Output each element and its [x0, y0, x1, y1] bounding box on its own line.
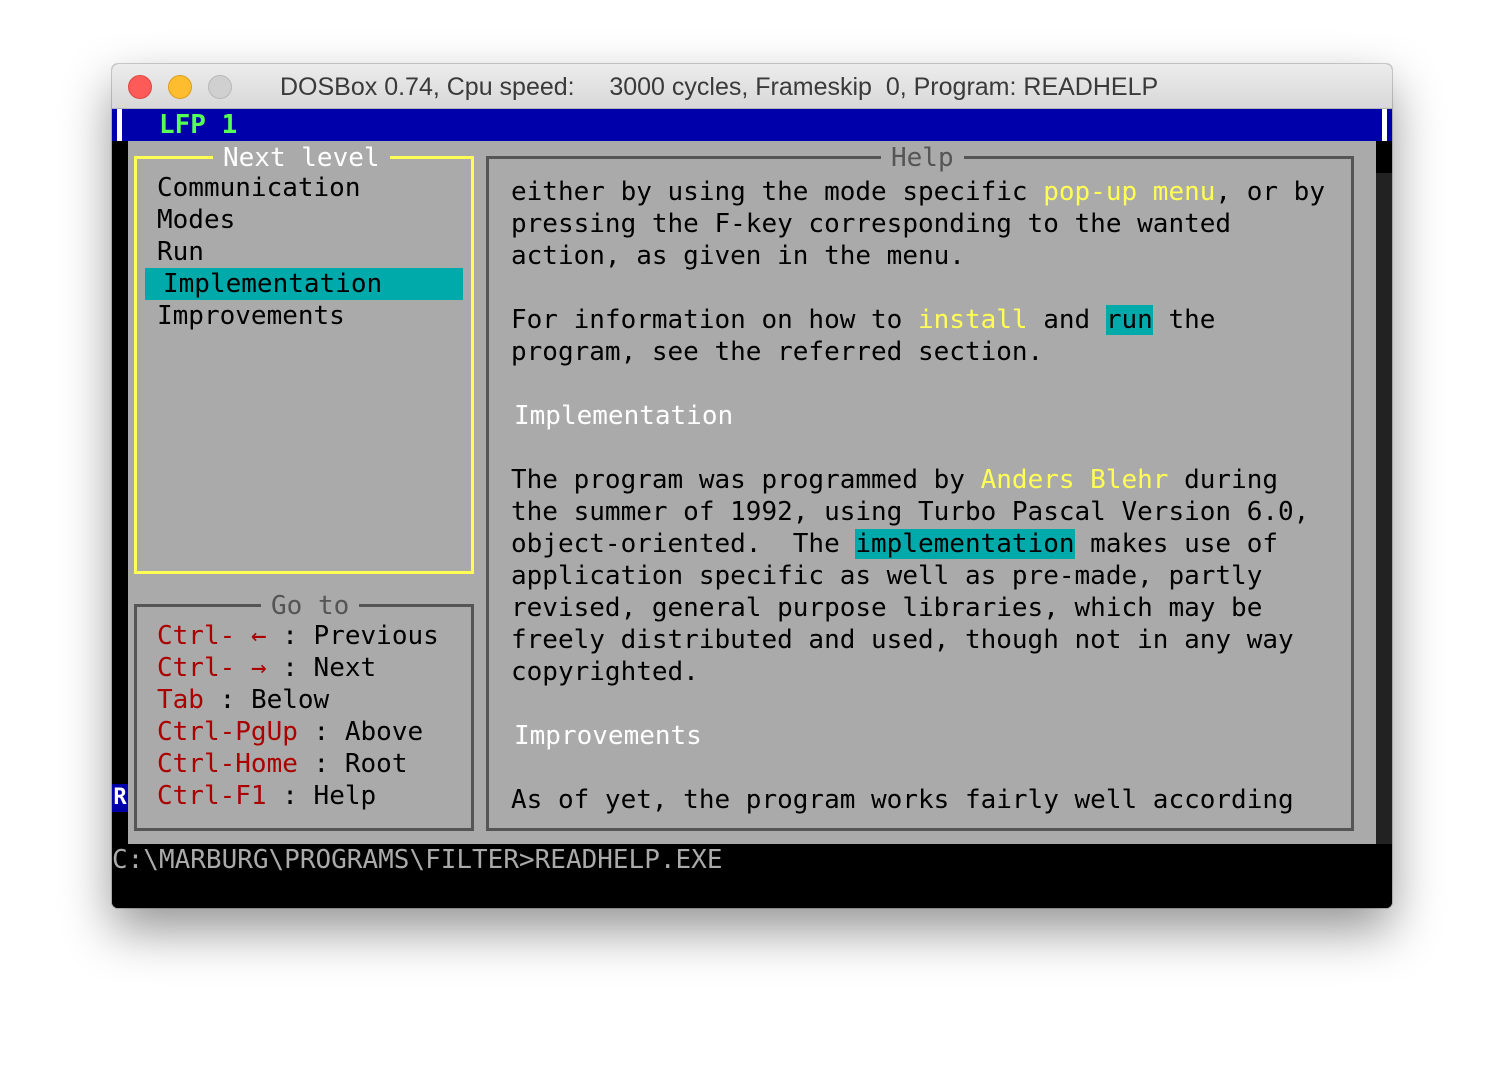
- edge-glyph: R: [112, 784, 128, 812]
- shortcut-separator: :: [266, 653, 314, 683]
- help-text-segment: either by using the mode specific: [511, 177, 1044, 207]
- shortcut-action: Root: [344, 749, 408, 779]
- help-text-segment: , or by: [1215, 177, 1325, 207]
- help-text-segment: the: [1152, 305, 1216, 335]
- shortcut-action: Next: [313, 653, 377, 683]
- next-level-panel: Next level Communication Modes Run Implemen…: [134, 143, 474, 574]
- shortcut-row[interactable]: Ctrl-Home : Root: [157, 748, 407, 780]
- hyperlink[interactable]: install: [918, 305, 1028, 335]
- shortcut-key: Tab: [157, 685, 204, 715]
- help-text-segment: pressing the F-key corresponding to the …: [511, 209, 1232, 239]
- help-title: Help: [881, 143, 964, 173]
- nav-item-modes[interactable]: Modes: [145, 204, 463, 236]
- dosbox-window: DOSBox 0.74, Cpu speed: 3000 cycles, Fra…: [112, 64, 1392, 908]
- help-text-segment: program, see the referred section.: [511, 337, 1044, 367]
- help-line: the summer of 1992, using Turbo Pascal V…: [511, 496, 1325, 528]
- selected-hyperlink[interactable]: implementation: [855, 529, 1075, 559]
- help-text-segment: the summer of 1992, using Turbo Pascal V…: [511, 497, 1310, 527]
- shortcut-key: Ctrl-PgUp: [157, 717, 298, 747]
- shortcut-key: Ctrl-Home: [157, 749, 298, 779]
- help-text-segment: As of yet, the program works fairly well…: [511, 785, 1294, 815]
- shortcut-separator: :: [297, 717, 345, 747]
- shortcut-key: Ctrl-F1: [157, 781, 267, 811]
- dos-screen: LFP 1 R Next level Communication Modes Run…: [112, 109, 1392, 908]
- section-heading-text: Implementation: [514, 401, 734, 431]
- help-text-segment: The program was programmed by: [511, 465, 981, 495]
- next-level-title: Next level: [213, 143, 390, 173]
- nav-item-implementation[interactable]: Implementation: [145, 268, 463, 300]
- shortcut-separator: :: [266, 621, 314, 651]
- shortcut-action: Below: [250, 685, 330, 715]
- shortcut-action: Above: [344, 717, 424, 747]
- help-line: object-oriented. The implementation make…: [511, 528, 1325, 560]
- nav-item-run[interactable]: Run: [145, 236, 463, 268]
- help-text-segment: copyrighted.: [511, 657, 699, 687]
- hyperlink[interactable]: pop-up menu: [1043, 177, 1215, 207]
- title-bar: DOSBox 0.74, Cpu speed: 3000 cycles, Fra…: [112, 64, 1392, 109]
- shortcut-action: Previous: [313, 621, 439, 651]
- nav-item-improvements[interactable]: Improvements: [145, 300, 463, 332]
- nav-item-communication[interactable]: Communication: [145, 172, 463, 204]
- help-section-heading: Improvements: [511, 720, 1325, 752]
- help-section-heading: Implementation: [511, 400, 1325, 432]
- shortcut-key: Ctrl- →: [157, 653, 267, 683]
- goto-title: Go to: [261, 591, 360, 621]
- help-text-segment: action, as given in the menu.: [511, 241, 965, 271]
- help-line: action, as given in the menu.: [511, 240, 1325, 272]
- status-label: LFP 1: [159, 110, 238, 140]
- help-line: pressing the F-key corresponding to the …: [511, 208, 1325, 240]
- shortcut-separator: :: [266, 781, 314, 811]
- shortcut-key: Ctrl- ←: [157, 621, 267, 651]
- shortcut-action: Help: [313, 781, 377, 811]
- help-line: For information on how to install and ru…: [511, 304, 1325, 336]
- shortcut-row[interactable]: Ctrl- ← : Previous: [157, 620, 439, 652]
- help-line: The program was programmed by Anders Ble…: [511, 464, 1325, 496]
- zoom-button[interactable]: [208, 75, 232, 99]
- help-text-segment: application specific as well as pre-made…: [511, 561, 1263, 591]
- window-title: DOSBox 0.74, Cpu speed: 3000 cycles, Fra…: [280, 73, 1159, 101]
- shortcut-row[interactable]: Tab : Below: [157, 684, 329, 716]
- hyperlink[interactable]: Anders Blehr: [981, 465, 1169, 495]
- help-text-segment: and: [1027, 305, 1106, 335]
- shortcut-row[interactable]: Ctrl- → : Next: [157, 652, 376, 684]
- help-text-segment: For information on how to: [511, 305, 918, 335]
- right-edge-mark: [1382, 109, 1387, 141]
- top-status-bar: LFP 1: [112, 109, 1392, 141]
- help-line: freely distributed and used, though not …: [511, 624, 1325, 656]
- help-line: copyrighted.: [511, 656, 1325, 688]
- shortcut-row[interactable]: Ctrl-F1 : Help: [157, 780, 376, 812]
- goto-panel: Go to Ctrl- ← : Previous Ctrl- → : Next Ta…: [134, 591, 474, 831]
- left-edge-mark: [117, 109, 122, 141]
- help-text-segment: during: [1168, 465, 1279, 495]
- help-line: application specific as well as pre-made…: [511, 560, 1325, 592]
- help-panel: Help either by using the mode specific p…: [486, 143, 1354, 831]
- help-text-segment: revised, general purpose libraries, whic…: [511, 593, 1263, 623]
- help-line: As of yet, the program works fairly well…: [511, 784, 1325, 816]
- help-text-segment: makes use of: [1074, 529, 1279, 559]
- help-line: either by using the mode specific pop-up…: [511, 176, 1325, 208]
- shortcut-separator: :: [203, 685, 251, 715]
- section-heading-text: Improvements: [514, 721, 702, 751]
- command-prompt: C:\MARBURG\PROGRAMS\FILTER>READHELP.EXE: [112, 845, 723, 875]
- app-area: Next level Communication Modes Run Implemen…: [128, 141, 1376, 844]
- help-line: program, see the referred section.: [511, 336, 1325, 368]
- help-text-segment: object-oriented. The: [511, 529, 856, 559]
- help-line: revised, general purpose libraries, whic…: [511, 592, 1325, 624]
- shortcut-separator: :: [297, 749, 345, 779]
- help-text: either by using the mode specific pop-up…: [511, 176, 1325, 816]
- close-button[interactable]: [128, 75, 152, 99]
- minimize-button[interactable]: [168, 75, 192, 99]
- help-text-segment: freely distributed and used, though not …: [511, 625, 1294, 655]
- selected-hyperlink[interactable]: run: [1105, 305, 1153, 335]
- shortcut-row[interactable]: Ctrl-PgUp : Above: [157, 716, 423, 748]
- panel-shadow: [1376, 173, 1392, 844]
